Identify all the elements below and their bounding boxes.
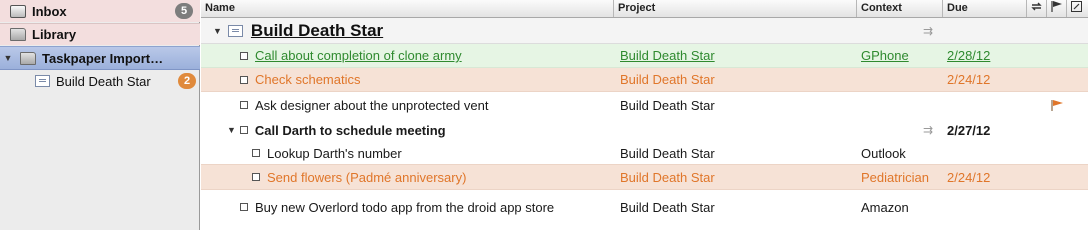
task-project[interactable]: Build Death Star xyxy=(620,44,850,67)
task-name[interactable]: Buy new Overlord todo app from the droid… xyxy=(255,200,554,215)
task-name[interactable]: Lookup Darth's number xyxy=(267,146,402,161)
task-checkbox[interactable] xyxy=(239,126,248,134)
task-context[interactable]: GPhone xyxy=(861,44,941,67)
disclosure-triangle-icon[interactable]: ▼ xyxy=(213,26,222,36)
task-row[interactable]: Call about completion of clone army Buil… xyxy=(201,44,1088,68)
task-due[interactable]: 2/28/12 xyxy=(947,44,1025,67)
repeat-icon: ⇉ xyxy=(923,23,934,38)
flag-icon[interactable] xyxy=(1050,92,1070,118)
sidebar-item-label: Taskpaper Import… xyxy=(42,50,164,66)
sidebar-item-label: Library xyxy=(32,27,77,42)
task-name[interactable]: Send flowers (Padmé anniversary) xyxy=(267,170,466,185)
sidebar-item-label: Build Death Star xyxy=(56,73,151,89)
task-project[interactable]: Build Death Star xyxy=(620,68,850,91)
sidebar-item-label: Inbox xyxy=(32,3,67,19)
task-checkbox[interactable] xyxy=(240,101,248,109)
task-context[interactable]: Amazon xyxy=(861,194,941,220)
column-header-project[interactable]: Project xyxy=(614,0,857,17)
note-icon[interactable] xyxy=(1067,0,1088,17)
task-group-row[interactable]: ▼ Call Darth to schedule meeting ⇉ 2/27/… xyxy=(201,118,1088,142)
task-due[interactable]: 2/24/12 xyxy=(947,165,1025,189)
task-context[interactable]: Pediatrician xyxy=(861,165,941,189)
column-header-due[interactable]: Due xyxy=(943,0,1027,17)
sidebar: Inbox 5 Library ▼ Taskpaper Import… Buil… xyxy=(0,0,200,230)
task-row[interactable]: Lookup Darth's number Build Death Star O… xyxy=(201,142,1088,164)
task-due[interactable]: 2/27/12 xyxy=(947,118,1025,142)
task-name[interactable]: Ask designer about the unprotected vent xyxy=(255,98,488,113)
column-header-bar: Name Project Context Due xyxy=(201,0,1088,18)
sidebar-item-build-death-star[interactable]: Build Death Star 2 xyxy=(0,70,200,92)
task-checkbox[interactable] xyxy=(252,173,260,181)
library-folder-icon xyxy=(10,28,26,41)
repeat-icon[interactable] xyxy=(1027,0,1047,17)
task-project[interactable]: Build Death Star xyxy=(620,92,850,118)
task-row[interactable]: Send flowers (Padmé anniversary) Build D… xyxy=(201,164,1088,190)
inbox-count-badge: 5 xyxy=(175,3,193,19)
task-checkbox[interactable] xyxy=(240,75,248,84)
project-due-count-badge: 2 xyxy=(178,73,196,89)
sidebar-item-library[interactable]: Library xyxy=(0,23,200,45)
app-window: Inbox 5 Library ▼ Taskpaper Import… Buil… xyxy=(0,0,1088,230)
folder-icon xyxy=(20,51,36,65)
task-row[interactable]: Check schematics Build Death Star 2/24/1… xyxy=(201,68,1088,92)
sidebar-item-taskpaper-import[interactable]: ▼ Taskpaper Import… xyxy=(0,46,200,70)
task-row[interactable]: Ask designer about the unprotected vent … xyxy=(201,92,1088,118)
task-project[interactable]: Build Death Star xyxy=(620,194,850,220)
project-group-title: Build Death Star xyxy=(250,20,384,40)
task-project[interactable]: Build Death Star xyxy=(620,142,850,164)
disclosure-triangle-icon[interactable]: ▼ xyxy=(227,125,236,135)
task-row[interactable]: Buy new Overlord todo app from the droid… xyxy=(201,194,1088,220)
disclosure-triangle-icon[interactable]: ▼ xyxy=(2,53,14,63)
inbox-tray-icon xyxy=(10,4,26,18)
task-checkbox[interactable] xyxy=(240,203,248,211)
task-checkbox[interactable] xyxy=(240,51,248,60)
column-header-name[interactable]: Name xyxy=(201,0,614,17)
task-name[interactable]: Call about completion of clone army xyxy=(255,48,462,63)
task-context[interactable]: Outlook xyxy=(861,142,941,164)
project-group-row[interactable]: ▼ Build Death Star ⇉ xyxy=(201,18,1088,44)
task-project[interactable]: Build Death Star xyxy=(620,165,850,189)
flag-icon[interactable] xyxy=(1047,0,1067,17)
task-outline: ▼ Build Death Star ⇉ Call about completi… xyxy=(201,18,1088,230)
task-name[interactable]: Call Darth to schedule meeting xyxy=(255,123,446,138)
task-checkbox[interactable] xyxy=(252,149,260,157)
repeat-icon: ⇉ xyxy=(923,123,934,137)
column-header-context[interactable]: Context xyxy=(857,0,943,17)
project-icon xyxy=(227,24,243,37)
project-icon xyxy=(35,75,50,87)
task-name[interactable]: Check schematics xyxy=(255,72,360,87)
sidebar-item-inbox[interactable]: Inbox 5 xyxy=(0,0,200,22)
task-due[interactable]: 2/24/12 xyxy=(947,68,1025,91)
